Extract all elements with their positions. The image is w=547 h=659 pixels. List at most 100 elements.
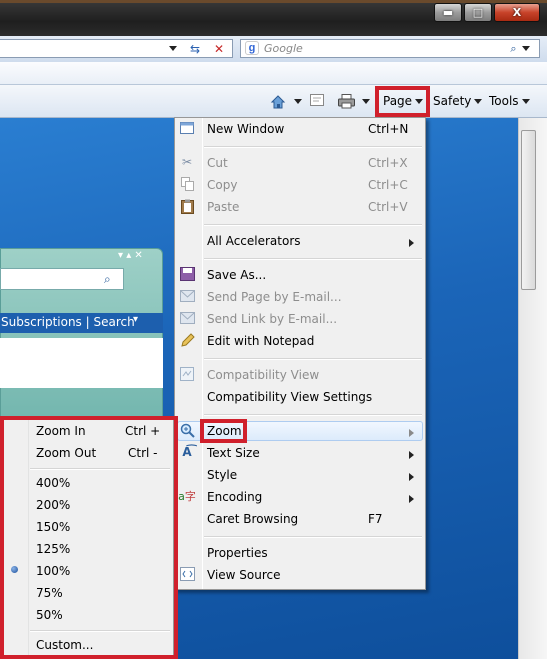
minimize-button[interactable]: ▬: [434, 3, 462, 22]
menu-separator: [204, 536, 422, 538]
home-button[interactable]: [270, 94, 286, 110]
menu-item-edit-notepad[interactable]: Edit with Notepad: [207, 334, 314, 348]
safety-menu-button[interactable]: Safety: [433, 94, 483, 108]
search-icon: ⌕: [510, 41, 517, 55]
menu-item-save-as[interactable]: Save As...: [207, 268, 266, 282]
menu-item-view-source[interactable]: View Source: [207, 568, 281, 582]
scrollbar-thumb[interactable]: [521, 130, 536, 290]
menu-item-text-size[interactable]: Text Size: [207, 446, 260, 460]
widget-controls-icon[interactable]: ▾ ▴ ✕: [118, 250, 143, 261]
compat-icon: [179, 366, 195, 382]
submenu-arrow-icon: [409, 492, 414, 506]
widget-panel: [0, 338, 163, 388]
minimize-icon: ▬: [442, 6, 454, 19]
menu-gutter-line: [202, 118, 203, 589]
zoom-out-item[interactable]: Zoom Out: [36, 446, 96, 460]
menu-item-send-link[interactable]: Send Link by E-mail...: [207, 312, 337, 326]
print-dropdown-button[interactable]: [362, 99, 370, 104]
menu-item-zoom[interactable]: Zoom: [207, 424, 242, 438]
view-source-icon: [179, 566, 195, 582]
shortcut-copy: Ctrl+C: [368, 178, 408, 192]
zoom-level-item[interactable]: 150%: [36, 520, 70, 534]
menu-item-compat-view[interactable]: Compatibility View: [207, 368, 319, 382]
close-icon: X: [512, 6, 522, 19]
page-menu-button[interactable]: Page: [383, 94, 424, 108]
menu-item-style[interactable]: Style: [207, 468, 237, 482]
stop-button[interactable]: ✕: [210, 40, 228, 57]
text-size-icon: A͡: [182, 445, 192, 459]
submenu-arrow-icon: [409, 426, 414, 440]
zoom-icon: [179, 422, 195, 438]
menu-item-caret-browsing[interactable]: Caret Browsing: [207, 512, 298, 526]
scissors-icon: ✂: [181, 155, 193, 169]
submenu-arrow-icon: [409, 236, 414, 250]
mail-link-icon: [179, 310, 195, 326]
menu-item-encoding[interactable]: Encoding: [207, 490, 262, 504]
google-g-icon: g: [245, 41, 259, 55]
chevron-down-icon: [415, 98, 424, 104]
widget-search-icon[interactable]: ⌕: [104, 272, 111, 287]
menu-item-all-accelerators[interactable]: All Accelerators: [207, 234, 301, 248]
selected-bullet-icon: [11, 566, 18, 573]
maximize-button[interactable]: □: [464, 3, 492, 22]
chevron-down-icon: [521, 98, 530, 104]
safety-menu-label: Safety: [433, 94, 472, 108]
pencil-icon: [179, 332, 195, 348]
chevron-down-icon: [521, 46, 530, 51]
close-button[interactable]: X: [494, 3, 540, 22]
refresh-button[interactable]: ⇆: [186, 40, 204, 57]
shortcut-caret-browsing: F7: [368, 512, 383, 526]
menu-separator: [204, 358, 422, 360]
zoom-level-item[interactable]: 125%: [36, 542, 70, 556]
menu-item-new-window[interactable]: New Window: [207, 122, 284, 136]
menu-item-compat-settings[interactable]: Compatibility View Settings: [207, 390, 372, 404]
menu-item-cut[interactable]: Cut: [207, 156, 228, 170]
zoom-separator: [30, 468, 170, 470]
chevron-down-icon: [294, 99, 302, 104]
zoom-custom-item[interactable]: Custom...: [36, 638, 93, 652]
shortcut-new-window: Ctrl+N: [368, 122, 409, 136]
feeds-icon: [310, 94, 324, 106]
zoom-in-item[interactable]: Zoom In: [36, 424, 86, 438]
tools-menu-label: Tools: [489, 94, 519, 108]
search-button[interactable]: ⌕: [503, 41, 537, 56]
zoom-out-shortcut: Ctrl -: [128, 446, 158, 460]
print-button[interactable]: [338, 94, 355, 109]
zoom-separator: [30, 630, 170, 632]
zoom-level-item[interactable]: 75%: [36, 586, 63, 600]
page-menu-label: Page: [383, 94, 413, 108]
zoom-level-item[interactable]: 50%: [36, 608, 63, 622]
copy-icon: [179, 176, 195, 192]
widget-dropdown-icon[interactable]: ▾: [133, 314, 138, 325]
zoom-level-item[interactable]: 200%: [36, 498, 70, 512]
save-icon: [179, 266, 195, 282]
print-icon: [338, 94, 355, 109]
home-dropdown-button[interactable]: [294, 99, 302, 104]
new-window-icon: [179, 120, 195, 136]
zoom-in-shortcut: Ctrl +: [125, 424, 161, 438]
favorites-bar: [0, 62, 547, 85]
paste-icon: [179, 198, 195, 214]
menu-separator: [204, 258, 422, 260]
address-dropdown-button[interactable]: [164, 40, 182, 57]
menu-item-paste[interactable]: Paste: [207, 200, 239, 214]
widget-links-text[interactable]: Subscriptions | Search: [1, 315, 135, 329]
home-icon: [270, 95, 286, 109]
zoom-level-item-selected[interactable]: 100%: [36, 564, 70, 578]
zoom-level-item[interactable]: 400%: [36, 476, 70, 490]
menu-item-properties[interactable]: Properties: [207, 546, 268, 560]
menu-separator: [204, 146, 422, 148]
menu-separator: [204, 414, 422, 416]
submenu-arrow-icon: [409, 470, 414, 484]
feeds-button[interactable]: [310, 94, 324, 106]
chevron-down-icon: [362, 99, 370, 104]
maximize-icon: □: [472, 6, 484, 19]
widget-links: Subscriptions | Search ▾: [0, 313, 163, 333]
refresh-icon: ⇆: [189, 41, 201, 56]
tools-menu-button[interactable]: Tools: [489, 94, 530, 108]
menu-item-send-page[interactable]: Send Page by E-mail...: [207, 290, 342, 304]
mail-page-icon: [179, 288, 195, 304]
submenu-arrow-icon: [409, 448, 414, 462]
menu-item-copy[interactable]: Copy: [207, 178, 237, 192]
encoding-icon: a字: [178, 489, 196, 504]
